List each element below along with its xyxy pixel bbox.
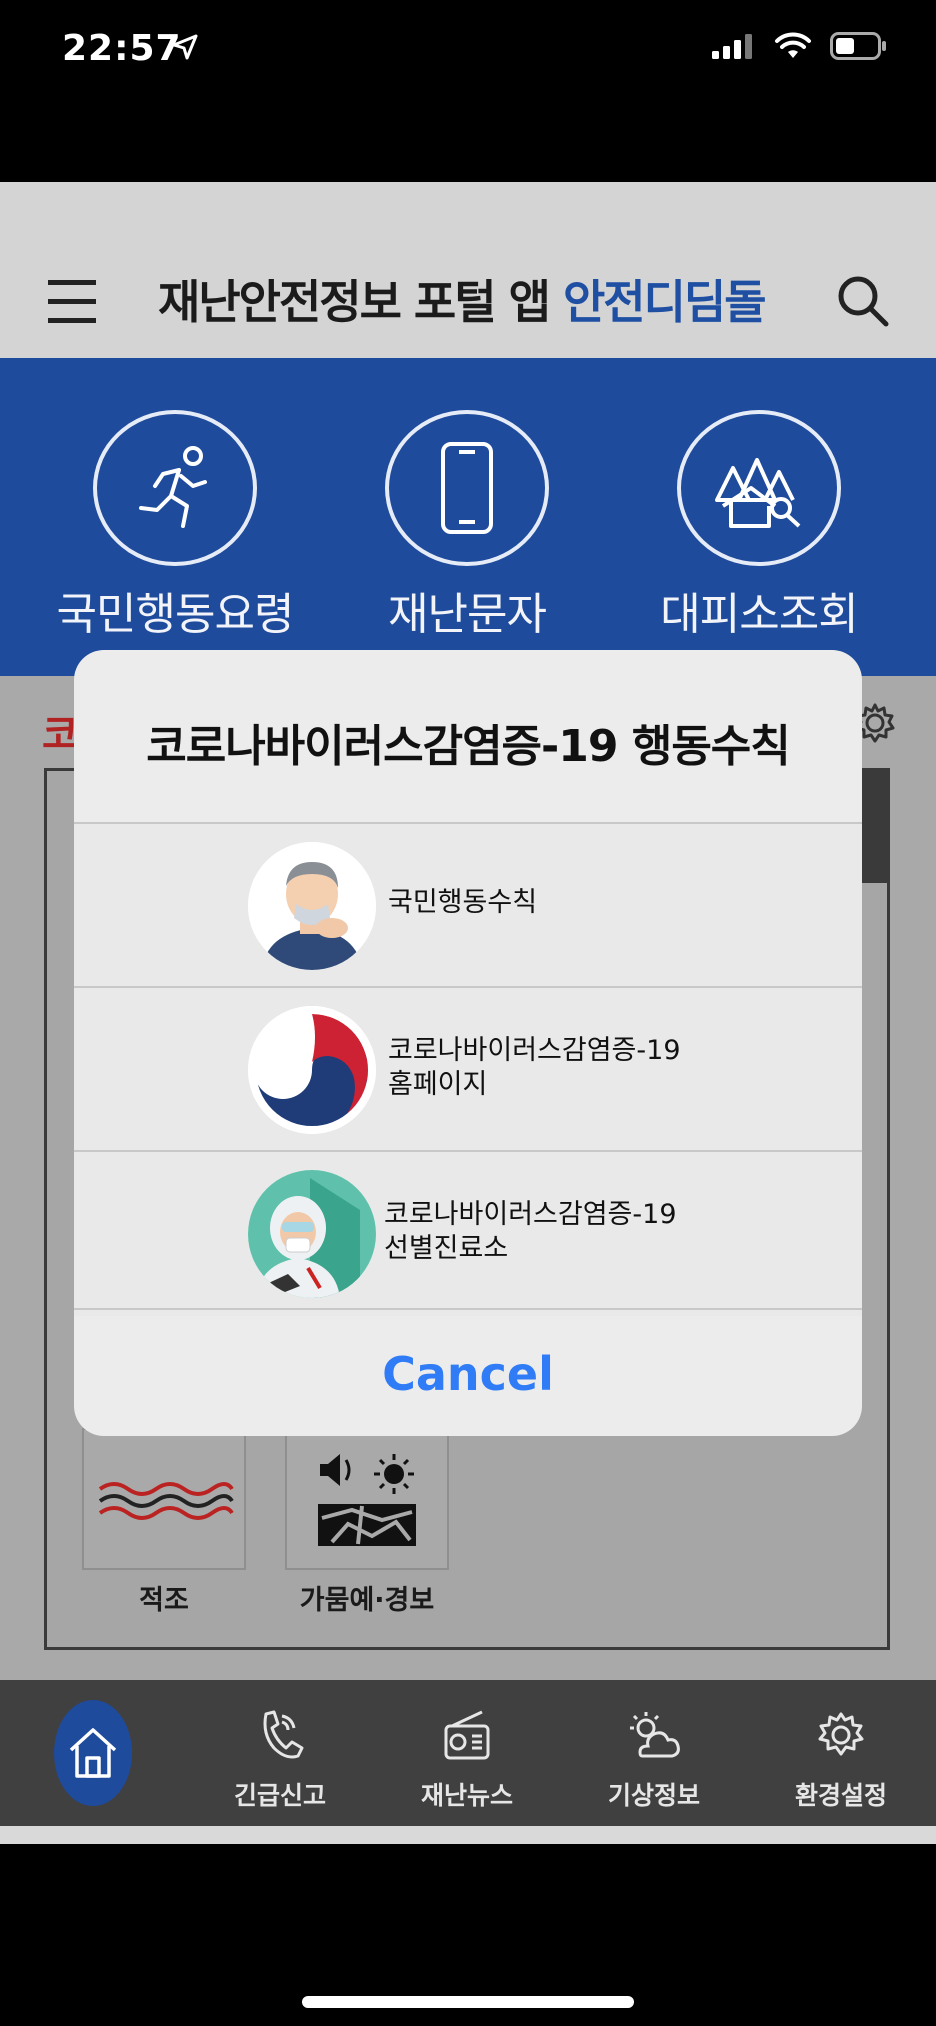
quick-menu-bar: 국민행동요령 재난문자 대피소조회 (0, 358, 936, 676)
red-tide-icon (82, 1428, 246, 1570)
smartphone-icon (385, 410, 549, 566)
row-line: 홈페이지 (388, 1069, 488, 1100)
tab-disaster-news[interactable]: 재난뉴스 (374, 1680, 560, 1826)
app-title-accent: 안전디딤돌 (562, 275, 767, 329)
gear-icon (817, 1708, 865, 1766)
quick-label: 재난문자 (388, 589, 547, 640)
quick-item-shelter[interactable]: 대피소조회 (629, 410, 889, 642)
radio-icon (442, 1708, 492, 1766)
status-time: 22:57 (62, 28, 182, 69)
sheet-option-covid-homepage[interactable]: 코로나바이러스감염증-19 홈페이지 (74, 986, 862, 1152)
tab-home[interactable] (0, 1680, 186, 1826)
covid-action-sheet: 코로나바이러스감염증-19 행동수칙 국민행동수칙 코로나바이러스감염증-19 … (74, 650, 862, 1436)
wifi-icon (774, 32, 812, 64)
tab-label: 기상정보 (607, 1781, 700, 1810)
status-bar: 22:57 (0, 0, 936, 100)
home-button[interactable] (54, 1700, 132, 1806)
korea-government-emblem-icon (248, 1006, 376, 1134)
quick-item-action-guide[interactable]: 국민행동요령 (45, 410, 305, 642)
phone-icon (256, 1708, 304, 1766)
tile-red-tide[interactable]: 적조 (82, 1428, 246, 1617)
row-text: 국민행동수칙 (388, 886, 537, 920)
app-title-main: 재난안전정보 포털 앱 (158, 275, 563, 329)
row-line: 코로나바이러스감염증-19 (388, 1035, 681, 1066)
battery-icon (830, 32, 888, 64)
sheet-option-screening-clinic[interactable]: 코로나바이러스감염증-19 선별진료소 (74, 1150, 862, 1316)
status-icons (712, 32, 888, 64)
row-text: 코로나바이러스감염증-19 홈페이지 (388, 1034, 681, 1102)
home-indicator[interactable] (302, 1996, 634, 2008)
coughing-person-icon (248, 842, 376, 970)
quick-label: 국민행동요령 (56, 589, 295, 640)
tile-label: 가뭄예·경보 (299, 1585, 435, 1616)
tile-label: 적조 (139, 1585, 189, 1616)
cloud-sun-icon (626, 1708, 682, 1766)
cellular-signal-icon (712, 33, 756, 63)
running-person-icon (93, 410, 257, 566)
bottom-tab-bar: 긴급신고 재난뉴스 기상정보 환경설정 (0, 1680, 936, 1826)
tab-weather[interactable]: 기상정보 (561, 1680, 747, 1826)
tab-label: 긴급신고 (233, 1781, 326, 1810)
tile-drought-warning[interactable]: 가뭄예·경보 (285, 1428, 449, 1617)
tab-emergency-call[interactable]: 긴급신고 (187, 1680, 373, 1826)
tab-label: 환경설정 (794, 1781, 887, 1810)
search-icon[interactable] (836, 274, 890, 332)
hamburger-menu-icon[interactable] (48, 280, 98, 328)
scrollbar[interactable] (859, 771, 887, 883)
location-arrow-icon (172, 34, 198, 64)
sheet-option-citizen-guide[interactable]: 국민행동수칙 (74, 822, 862, 988)
quick-label: 대피소조회 (660, 589, 858, 640)
quick-item-disaster-sms[interactable]: 재난문자 (337, 410, 597, 642)
row-line: 국민행동수칙 (388, 887, 538, 918)
cancel-button[interactable]: Cancel (74, 1308, 862, 1436)
row-text: 코로나바이러스감염증-19 선별진료소 (384, 1198, 677, 1266)
tab-label: 재난뉴스 (420, 1781, 513, 1810)
medical-worker-icon (248, 1170, 376, 1298)
app-title: 재난안전정보 포털 앱 안전디딤돌 (158, 266, 767, 332)
drought-icon (285, 1428, 449, 1570)
sheet-title: 코로나바이러스감염증-19 행동수칙 (146, 721, 791, 772)
shelter-search-icon (677, 410, 841, 566)
row-line: 선별진료소 (384, 1233, 509, 1264)
row-line: 코로나바이러스감염증-19 (384, 1199, 677, 1230)
app-header: 재난안전정보 포털 앱 안전디딤돌 (0, 182, 936, 358)
tab-settings[interactable]: 환경설정 (748, 1680, 934, 1826)
